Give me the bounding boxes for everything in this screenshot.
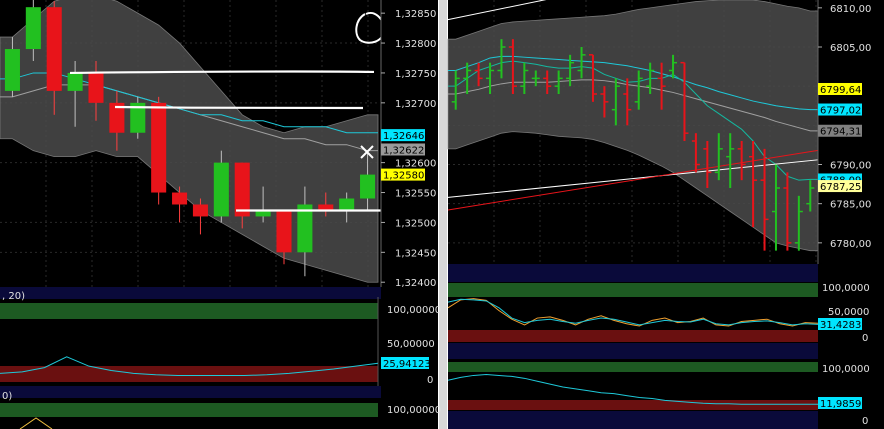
left-candle	[46, 7, 62, 91]
left-osc-value-label: 25,94123	[383, 359, 431, 370]
left-osc-overbought-zone	[0, 303, 378, 319]
right-price-tag-label: 6794,31	[820, 127, 861, 138]
left-candle	[360, 174, 376, 199]
left-candle	[25, 7, 41, 50]
charts-canvas[interactable]: 1,328501,328001,327501,327001,326001,325…	[0, 0, 884, 429]
right-price-label: 6785,00	[830, 200, 871, 211]
left-price-tag-label: 1,32622	[383, 145, 424, 156]
left-candle	[276, 210, 292, 253]
left-price-label: 1,32750	[395, 69, 436, 80]
left-price-label: 1,32800	[395, 39, 436, 50]
left-candle	[213, 162, 229, 217]
right-osc2-level-0: 0	[862, 416, 868, 427]
left-osc-level-100: 100,00000	[387, 305, 441, 316]
left-candle	[297, 204, 313, 253]
left-divider-2	[0, 386, 381, 398]
left-candle	[192, 204, 208, 217]
right-osc-level-0: 0	[862, 333, 868, 344]
left-price-tag-label: 1,32646	[383, 131, 424, 142]
left-divider	[0, 287, 381, 299]
left-osc2-title: 0)	[2, 391, 12, 402]
right-price-label: 6790,00	[830, 161, 871, 172]
right-osc-level-100: 100,0000	[822, 283, 870, 294]
left-osc-title: , 20)	[2, 291, 25, 302]
left-price-label: 1,32850	[395, 9, 436, 20]
left-osc-level-0: 0	[427, 375, 433, 386]
right-osc2-level-100: 100,0000	[822, 364, 870, 375]
right-price-tag-label: 6799,64	[820, 85, 861, 96]
right-osc-level-50: 50,0000	[828, 307, 869, 318]
left-candle	[4, 49, 20, 91]
left-price-label: 1,32500	[395, 218, 436, 229]
left-osc-level-50: 50,00000	[387, 339, 435, 350]
trading-charts-screen: 1,32850 1,32800 1,32750 1,32700 1,32600 1,325…	[0, 0, 884, 429]
left-candle	[88, 72, 104, 103]
left-candle	[234, 162, 250, 217]
right-divider-3	[448, 411, 818, 429]
right-osc2-value-label: 11,9859	[820, 399, 861, 410]
left-candle	[151, 102, 167, 193]
left-price-label: 1,32450	[395, 248, 436, 259]
left-candle	[67, 72, 83, 91]
left-price-label: 1,32550	[395, 189, 436, 200]
left-price-label: 1,32400	[395, 278, 436, 289]
annotation-line-2	[114, 105, 364, 110]
left-osc2-level-100: 100,00000	[387, 405, 441, 416]
right-osc2-overbought-zone	[448, 362, 818, 372]
left-osc-oversold-zone	[0, 366, 378, 382]
right-osc2-oversold-zone	[448, 400, 818, 410]
left-osc2-overbought-zone	[0, 403, 378, 417]
right-osc-oversold-zone	[448, 330, 818, 342]
panel-splitter-inner	[439, 0, 447, 429]
right-divider-2	[448, 343, 818, 359]
left-candle	[172, 192, 188, 205]
left-price-tag-label: 1,32580	[383, 171, 424, 182]
left-price-label: 1,32700	[395, 99, 436, 110]
right-price-label: 6805,00	[830, 43, 871, 54]
right-osc-overbought-zone	[448, 283, 818, 297]
left-candle	[339, 198, 355, 211]
right-price-label: 6780,00	[830, 239, 871, 250]
left-price-label: 1,32600	[395, 159, 436, 170]
right-divider	[448, 264, 818, 282]
right-price-tag-label: 6787,25	[820, 182, 861, 193]
right-price-tag-label: 6797,02	[820, 106, 861, 117]
right-osc-value-label: 31,4283	[820, 320, 861, 331]
right-price-label: 6810,00	[830, 4, 871, 15]
